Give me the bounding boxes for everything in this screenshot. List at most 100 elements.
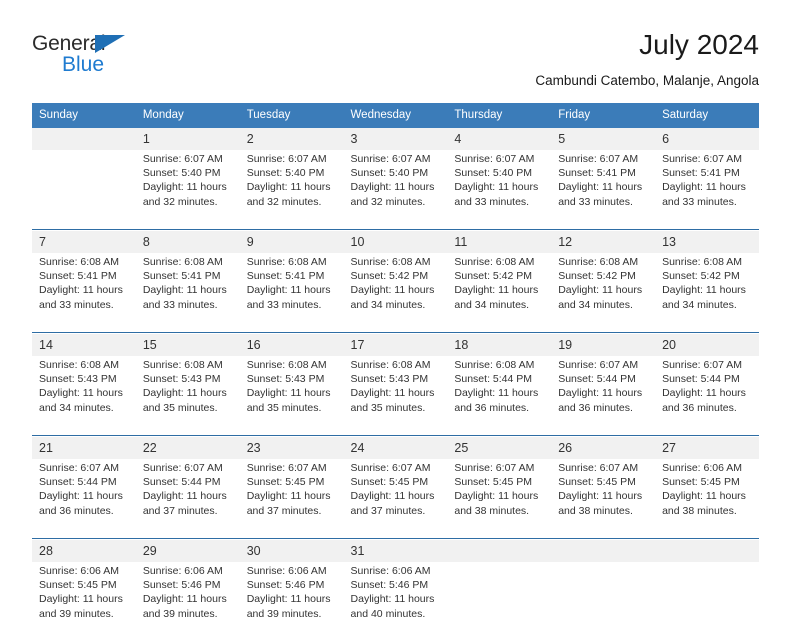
day-number-cell[interactable]: 2 xyxy=(239,128,344,150)
day-cell[interactable]: Sunrise: 6:08 AM Sunset: 5:43 PM Daylight:… xyxy=(343,356,448,430)
day-cell[interactable]: Sunrise: 6:07 AM Sunset: 5:44 PM Daylight:… xyxy=(135,459,240,533)
day-cell[interactable]: Sunrise: 6:08 AM Sunset: 5:43 PM Daylight:… xyxy=(32,356,136,430)
day-cell[interactable]: Sunrise: 6:06 AM Sunset: 5:46 PM Daylight:… xyxy=(239,562,344,636)
day-number-cell[interactable]: 1 xyxy=(135,128,240,150)
day-cell[interactable]: Sunrise: 6:08 AM Sunset: 5:42 PM Daylight:… xyxy=(343,253,448,327)
sunset-text: Sunset: 5:42 PM xyxy=(454,270,533,283)
daylight-text-line1: Daylight: 11 hours xyxy=(142,593,227,606)
day-cell[interactable]: Sunrise: 6:08 AM Sunset: 5:42 PM Daylight:… xyxy=(447,253,552,327)
day-number-cell[interactable]: 8 xyxy=(135,231,240,253)
daylight-text-line1: Daylight: 11 hours xyxy=(142,181,227,194)
day-number-cell[interactable]: 29 xyxy=(135,540,240,562)
day-cell[interactable]: Sunrise: 6:07 AM Sunset: 5:44 PM Daylight:… xyxy=(551,356,656,430)
day-number-cell[interactable]: 20 xyxy=(655,334,759,356)
day-cell[interactable]: Sunrise: 6:07 AM Sunset: 5:44 PM Daylight:… xyxy=(655,356,759,430)
sunrise-text: Sunrise: 6:08 AM xyxy=(142,359,223,371)
triangle-icon xyxy=(95,35,125,53)
sunrise-text: Sunrise: 6:07 AM xyxy=(558,462,639,474)
daylight-text-line2: and 33 minutes. xyxy=(558,195,633,208)
day-number-cell[interactable]: 12 xyxy=(551,231,656,253)
day-number-cell[interactable]: 14 xyxy=(32,334,136,356)
day-number-cell[interactable]: 30 xyxy=(239,540,344,562)
daylight-text-line1: Daylight: 11 hours xyxy=(246,593,331,606)
day-cell[interactable]: Sunrise: 6:07 AM Sunset: 5:40 PM Daylight:… xyxy=(447,150,552,224)
day-number-cell[interactable]: 3 xyxy=(343,128,448,150)
day-cell[interactable]: Sunrise: 6:08 AM Sunset: 5:43 PM Daylight:… xyxy=(135,356,240,430)
day-number-cell[interactable]: 6 xyxy=(655,128,759,150)
sunset-text: Sunset: 5:44 PM xyxy=(39,476,117,489)
sunrise-text: Sunrise: 6:08 AM xyxy=(350,359,431,371)
day-number-cell[interactable]: 16 xyxy=(239,334,344,356)
sunrise-text: Sunrise: 6:08 AM xyxy=(558,256,639,268)
daylight-text-line2: and 37 minutes. xyxy=(350,504,426,517)
day-cell[interactable]: Sunrise: 6:06 AM Sunset: 5:46 PM Daylight:… xyxy=(135,562,240,636)
day-cell[interactable]: Sunrise: 6:08 AM Sunset: 5:44 PM Daylight:… xyxy=(447,356,552,430)
day-cell[interactable]: Sunrise: 6:06 AM Sunset: 5:45 PM Daylight:… xyxy=(32,562,136,636)
daylight-text-line1: Daylight: 11 hours xyxy=(246,387,331,400)
sunset-text: Sunset: 5:46 PM xyxy=(350,579,429,592)
day-number-cell[interactable]: 11 xyxy=(447,231,552,253)
day-cell[interactable]: Sunrise: 6:07 AM Sunset: 5:40 PM Daylight:… xyxy=(135,150,240,224)
day-number-cell[interactable]: 10 xyxy=(343,231,448,253)
title-block: July 2024 Cambundi Catembo, Malanje, Ang… xyxy=(535,28,759,91)
day-number-cell[interactable]: 5 xyxy=(551,128,656,150)
day-cell[interactable]: Sunrise: 6:08 AM Sunset: 5:42 PM Daylight:… xyxy=(655,253,759,327)
day-number-cell[interactable]: 28 xyxy=(32,540,136,562)
day-number-cell[interactable]: 15 xyxy=(135,334,240,356)
day-number-cell[interactable]: 4 xyxy=(447,128,552,150)
week-spacer-cell xyxy=(32,636,759,641)
weekday-header-row: Sunday Monday Tuesday Wednesday Thursday… xyxy=(32,103,759,128)
day-number-cell[interactable]: 9 xyxy=(239,231,344,253)
day-number-cell[interactable]: 26 xyxy=(551,437,656,459)
day-number-cell[interactable]: 13 xyxy=(655,231,759,253)
daylight-text-line1: Daylight: 11 hours xyxy=(39,490,123,503)
daylight-text-line2: and 39 minutes. xyxy=(142,607,218,620)
daylight-text-line2: and 39 minutes. xyxy=(246,607,322,620)
daylight-text-line2: and 33 minutes. xyxy=(454,195,530,208)
day-cell[interactable]: Sunrise: 6:08 AM Sunset: 5:42 PM Daylight:… xyxy=(551,253,656,327)
day-cell[interactable]: Sunrise: 6:07 AM Sunset: 5:45 PM Daylight:… xyxy=(447,459,552,533)
sunrise-text: Sunrise: 6:07 AM xyxy=(350,462,431,474)
day-cell[interactable]: Sunrise: 6:06 AM Sunset: 5:45 PM Daylight:… xyxy=(655,459,759,533)
day-number-cell[interactable]: 23 xyxy=(239,437,344,459)
sunrise-text: Sunrise: 6:08 AM xyxy=(39,256,119,268)
day-number-cell[interactable]: 21 xyxy=(32,437,136,459)
day-cell[interactable]: Sunrise: 6:07 AM Sunset: 5:44 PM Daylight:… xyxy=(32,459,136,533)
weekday-header-wednesday: Wednesday xyxy=(343,103,448,128)
day-number-cell[interactable]: 7 xyxy=(32,231,136,253)
sunset-text: Sunset: 5:44 PM xyxy=(662,373,740,386)
general-blue-logo[interactable]: General Blue xyxy=(32,32,162,88)
daylight-text-line1: Daylight: 11 hours xyxy=(39,284,123,297)
day-cell[interactable]: Sunrise: 6:08 AM Sunset: 5:43 PM Daylight:… xyxy=(239,356,344,430)
day-number-cell[interactable]: 24 xyxy=(343,437,448,459)
sunset-text: Sunset: 5:44 PM xyxy=(142,476,221,489)
sunset-text: Sunset: 5:43 PM xyxy=(39,373,117,386)
day-number-cell[interactable]: 19 xyxy=(551,334,656,356)
sunrise-text: Sunrise: 6:08 AM xyxy=(454,359,535,371)
day-number-cell[interactable]: 17 xyxy=(343,334,448,356)
day-number-cell[interactable]: 31 xyxy=(343,540,448,562)
sunrise-text: Sunrise: 6:08 AM xyxy=(246,256,327,268)
day-cell[interactable]: Sunrise: 6:07 AM Sunset: 5:45 PM Daylight:… xyxy=(551,459,656,533)
day-cell[interactable]: Sunrise: 6:08 AM Sunset: 5:41 PM Daylight:… xyxy=(32,253,136,327)
day-number-cell[interactable]: 18 xyxy=(447,334,552,356)
day-cell[interactable]: Sunrise: 6:07 AM Sunset: 5:40 PM Daylight:… xyxy=(239,150,344,224)
day-cell[interactable]: Sunrise: 6:07 AM Sunset: 5:41 PM Daylight:… xyxy=(655,150,759,224)
day-cell[interactable]: Sunrise: 6:07 AM Sunset: 5:41 PM Daylight:… xyxy=(551,150,656,224)
day-cell[interactable]: Sunrise: 6:07 AM Sunset: 5:40 PM Daylight:… xyxy=(343,150,448,224)
day-number-cell[interactable]: 27 xyxy=(655,437,759,459)
day-cell[interactable]: Sunrise: 6:06 AM Sunset: 5:46 PM Daylight:… xyxy=(343,562,448,636)
day-cell[interactable]: Sunrise: 6:08 AM Sunset: 5:41 PM Daylight:… xyxy=(135,253,240,327)
day-cell[interactable]: Sunrise: 6:07 AM Sunset: 5:45 PM Daylight:… xyxy=(239,459,344,533)
day-number-cell[interactable]: 22 xyxy=(135,437,240,459)
day-number-row: 7 8 9 10 11 12 13 xyxy=(32,231,759,253)
day-number-cell[interactable]: 25 xyxy=(447,437,552,459)
sunset-text: Sunset: 5:44 PM xyxy=(454,373,533,386)
daylight-text-line1: Daylight: 11 hours xyxy=(142,490,227,503)
sunrise-text: Sunrise: 6:07 AM xyxy=(558,359,639,371)
day-cell[interactable]: Sunrise: 6:07 AM Sunset: 5:45 PM Daylight:… xyxy=(343,459,448,533)
day-cell[interactable]: Sunrise: 6:08 AM Sunset: 5:41 PM Daylight:… xyxy=(239,253,344,327)
daylight-text-line1: Daylight: 11 hours xyxy=(662,490,746,503)
daylight-text-line2: and 34 minutes. xyxy=(558,298,633,311)
sunset-text: Sunset: 5:43 PM xyxy=(142,373,221,386)
